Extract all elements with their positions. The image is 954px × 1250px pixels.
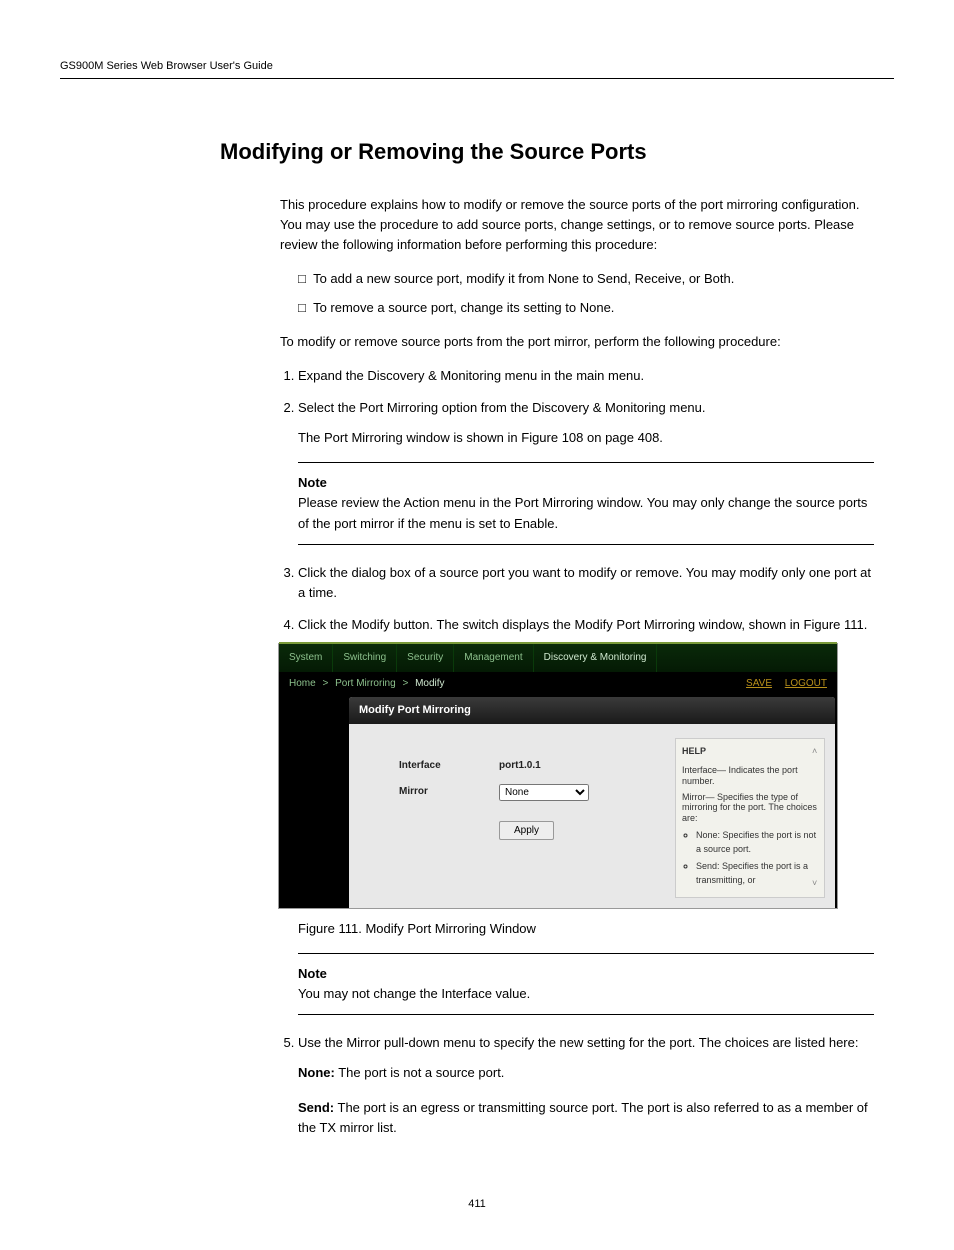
note-label-2: Note — [298, 966, 327, 981]
mirror-label: Mirror — [399, 784, 459, 800]
tab-discovery-monitoring[interactable]: Discovery & Monitoring — [534, 644, 658, 672]
help-title: HELP — [682, 745, 706, 759]
mirror-select[interactable]: None — [499, 784, 589, 801]
help-interface-text: Interface— Indicates the port number. — [682, 765, 818, 787]
note-block-2: Note You may not change the Interface va… — [298, 953, 874, 1015]
help-mirror-text: Mirror— Specifies the type of mirroring … — [682, 792, 818, 824]
step-3: Click the dialog box of a source port yo… — [298, 563, 874, 603]
scroll-up-icon[interactable]: ˄ — [812, 745, 822, 759]
ss-sidebar — [279, 695, 349, 908]
interface-value: port1.0.1 — [499, 758, 541, 774]
tab-switching[interactable]: Switching — [333, 644, 397, 672]
tab-security[interactable]: Security — [397, 644, 454, 672]
screenshot-modify-port-mirroring: System Switching Security Management Dis… — [278, 643, 838, 909]
note-1-text: Please review the Action menu in the Por… — [298, 495, 867, 530]
header-left: GS900M Series Web Browser User's Guide — [60, 60, 273, 72]
help-li-send: Send: Specifies the port is a transmitti… — [696, 860, 818, 888]
note-block-1: Note Please review the Action menu in th… — [298, 462, 874, 544]
scroll-down-icon[interactable]: ˅ — [812, 877, 822, 891]
step-5: Use the Mirror pull-down menu to specify… — [298, 1035, 858, 1050]
breadcrumb: Home > Port Mirroring > Modify SAVE LOGO… — [279, 672, 837, 696]
step-1: Expand the Discovery & Monitoring menu i… — [298, 366, 874, 386]
bc-home[interactable]: Home — [289, 678, 316, 689]
opt-none-text: The port is not a source port. — [335, 1065, 505, 1080]
logout-link[interactable]: LOGOUT — [785, 678, 827, 689]
apply-button[interactable]: Apply — [499, 821, 554, 840]
opt-send-label: Send: — [298, 1100, 334, 1115]
note-label-1: Note — [298, 475, 327, 490]
figure-caption: Figure 111. Modify Port Mirroring Window — [298, 919, 874, 939]
steps-intro: To modify or remove source ports from th… — [280, 332, 874, 352]
note-2-text: You may not change the Interface value. — [298, 986, 530, 1001]
help-panel: HELP Interface— Indicates the port numbe… — [675, 738, 825, 898]
bc-modify: Modify — [415, 678, 444, 689]
intro-text: This procedure explains how to modify or… — [280, 195, 874, 255]
interface-label: Interface — [399, 758, 459, 774]
nav-tabs: System Switching Security Management Dis… — [279, 644, 837, 672]
bullet-1: To add a new source port, modify it from… — [313, 271, 734, 286]
opt-none-label: None: — [298, 1065, 335, 1080]
opt-send-text: The port is an egress or transmitting so… — [298, 1100, 868, 1135]
tab-system[interactable]: System — [279, 644, 333, 672]
bullet-2: To remove a source port, change its sett… — [313, 300, 614, 315]
step-4: Click the Modify button. The switch disp… — [298, 617, 867, 632]
page-number: 411 — [60, 1198, 894, 1210]
tab-management[interactable]: Management — [454, 644, 533, 672]
section-title: Modifying or Removing the Source Ports — [220, 139, 894, 165]
bc-port-mirroring[interactable]: Port Mirroring — [335, 678, 396, 689]
panel-title: Modify Port Mirroring — [349, 697, 835, 724]
save-link[interactable]: SAVE — [746, 678, 772, 689]
help-li-none: None: Specifies the port is not a source… — [696, 829, 818, 857]
step-2-sub: The Port Mirroring window is shown in Fi… — [298, 428, 874, 448]
step-2: Select the Port Mirroring option from th… — [298, 400, 706, 415]
